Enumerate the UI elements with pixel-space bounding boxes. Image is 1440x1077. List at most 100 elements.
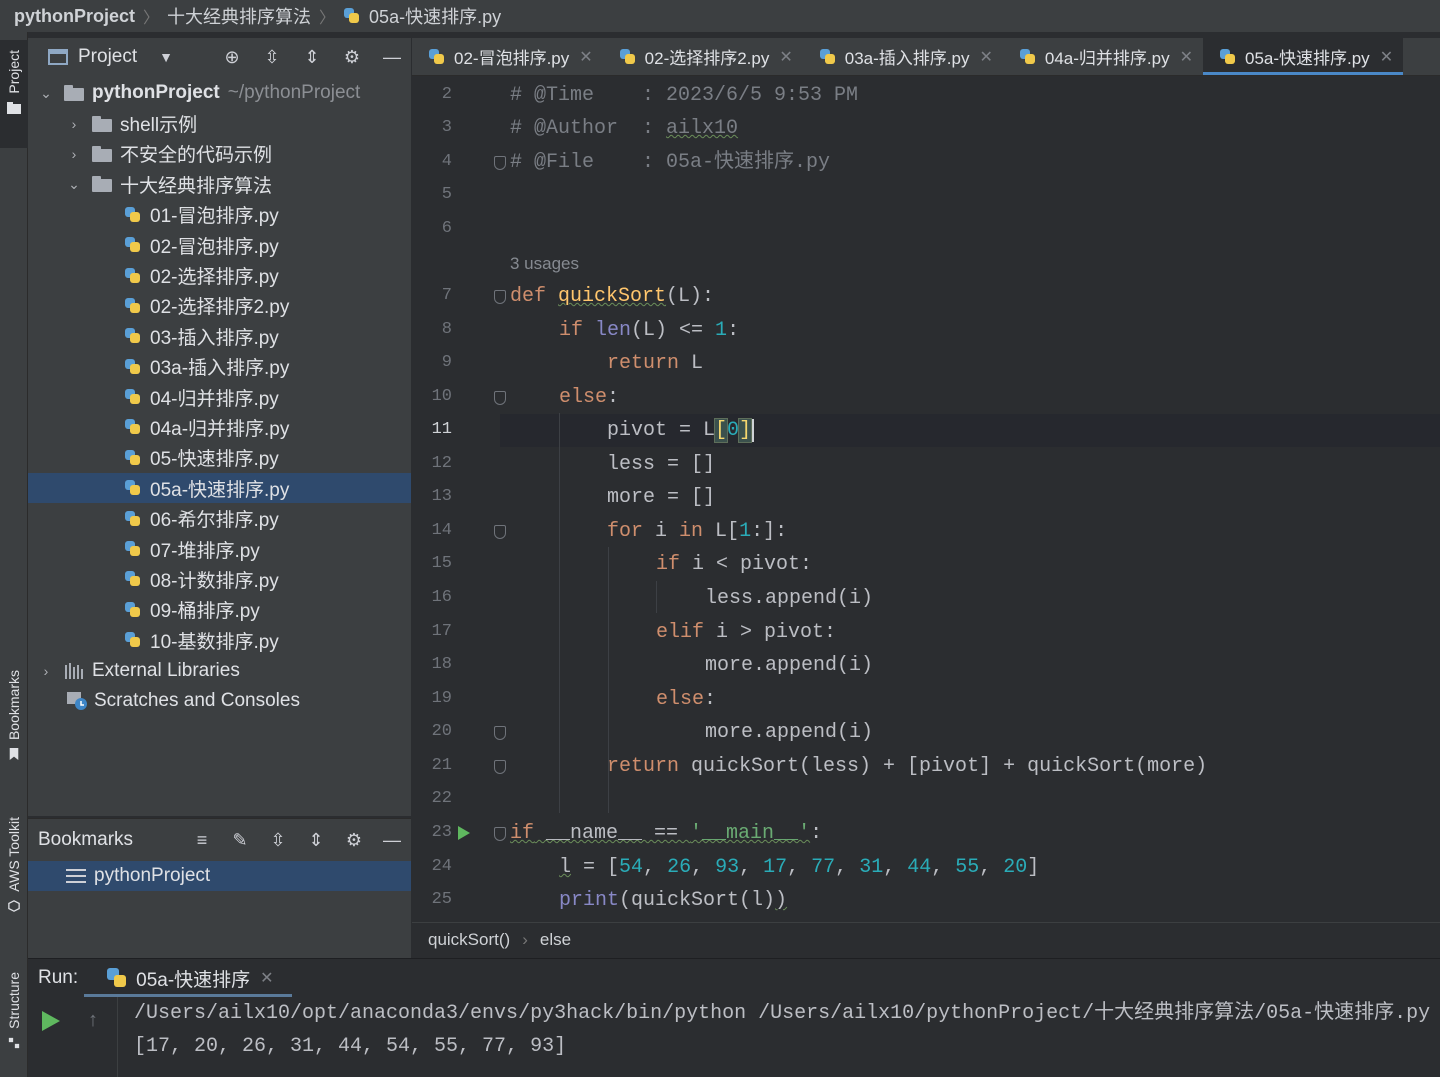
bookmarks-tool-tab[interactable]: Bookmarks: [0, 662, 28, 792]
tree-root-pythonproject[interactable]: ⌄ pythonProject ~/pythonProject: [28, 78, 411, 108]
code-editor[interactable]: 2 3 4 5 6 7 8 9 10 11 12 13 14 15 16 17 18 19 20 21 22 23 24 25…: [412, 76, 1440, 922]
tree-file-item[interactable]: 02-选择排序.py: [28, 260, 411, 290]
tree-folder[interactable]: › shell示例: [28, 108, 411, 138]
breadcrumb-project[interactable]: pythonProject: [14, 6, 135, 27]
code-line-19: else:: [656, 688, 717, 711]
gear-icon[interactable]: ⚙: [343, 47, 361, 67]
line-number: 7: [441, 286, 452, 305]
breadcrumb-folder[interactable]: 十大经典排序算法: [167, 3, 311, 29]
fold-end-icon[interactable]: [494, 726, 506, 740]
tree-scratches[interactable]: Scratches and Consoles: [28, 686, 411, 716]
close-icon[interactable]: ✕: [579, 47, 592, 67]
code-line-13: more = []: [607, 486, 716, 509]
editor-breadcrumb-function[interactable]: quickSort(): [428, 930, 510, 950]
tree-file-item[interactable]: 07-堆排序.py: [28, 534, 411, 564]
editor-tab[interactable]: 04a-归并排序.py ✕: [1003, 38, 1203, 75]
tree-file-label: 02-选择排序2.py: [150, 297, 290, 319]
project-panel-header: Project ▼ ⊕ ⇳ ⇕ ⚙ —: [28, 38, 411, 76]
fold-start-icon[interactable]: [494, 827, 506, 841]
chevron-down-icon[interactable]: ⌄: [38, 85, 54, 101]
line-number: 20: [431, 722, 452, 741]
editor-tab-active[interactable]: 05a-快速排序.py ✕: [1202, 38, 1404, 75]
line-number: 6: [441, 219, 452, 238]
project-tool-tab[interactable]: Project: [0, 40, 28, 148]
line-number: 19: [431, 689, 452, 708]
tree-file-item[interactable]: 04-归并排序.py: [28, 382, 411, 412]
gear-icon[interactable]: ⚙: [345, 830, 363, 850]
tree-file-label: 06-希尔排序.py: [150, 510, 279, 532]
fold-start-icon[interactable]: [494, 391, 506, 405]
add-list-icon[interactable]: ≡: [193, 830, 211, 850]
project-tree: ⌄ pythonProject ~/pythonProject › shell示…: [28, 78, 411, 716]
chevron-down-icon[interactable]: ▼: [159, 49, 173, 65]
fold-start-icon[interactable]: [494, 525, 506, 539]
close-icon[interactable]: ✕: [979, 47, 992, 67]
line-number: 15: [431, 554, 452, 573]
collapse-all-icon[interactable]: ⇕: [307, 830, 325, 850]
close-icon[interactable]: ✕: [1380, 47, 1393, 67]
tree-file-item[interactable]: 08-计数排序.py: [28, 564, 411, 594]
folder-icon: [92, 145, 112, 162]
structure-tool-tab[interactable]: Structure: [0, 972, 28, 1077]
python-file-icon: [124, 358, 142, 376]
fold-end-icon[interactable]: [494, 760, 506, 774]
run-gutter-icon[interactable]: [458, 826, 470, 840]
run-config-tab[interactable]: 05a-快速排序 ✕: [84, 959, 293, 997]
chevron-right-icon[interactable]: ›: [38, 663, 54, 679]
close-icon[interactable]: ✕: [260, 968, 273, 988]
tree-file-item[interactable]: 02-冒泡排序.py: [28, 230, 411, 260]
tree-folder[interactable]: ⌄ 十大经典排序算法: [28, 169, 411, 199]
edit-icon[interactable]: ✎: [231, 830, 249, 850]
tree-file-item[interactable]: 10-基数排序.py: [28, 625, 411, 655]
console-output[interactable]: /Users/ailx10/opt/anaconda3/envs/py3hack…: [134, 997, 1440, 1063]
line-number: 13: [431, 487, 452, 506]
fold-end-icon[interactable]: [494, 156, 506, 170]
tree-file-item[interactable]: 06-希尔排序.py: [28, 503, 411, 533]
tree-label: External Libraries: [92, 659, 240, 681]
tree-file-item[interactable]: 01-冒泡排序.py: [28, 200, 411, 230]
folder-icon: [92, 176, 112, 193]
line-number: 12: [431, 454, 452, 473]
tree-file-item[interactable]: 02-选择排序2.py: [28, 291, 411, 321]
close-icon[interactable]: ✕: [779, 47, 792, 67]
tree-file-item[interactable]: 09-桶排序.py: [28, 595, 411, 625]
bookmark-list-item[interactable]: pythonProject: [28, 861, 411, 891]
line-number: 11: [431, 420, 452, 439]
close-icon[interactable]: ✕: [1180, 47, 1193, 67]
collapse-all-icon[interactable]: ⇕: [303, 47, 321, 67]
editor-tab[interactable]: 02-冒泡排序.py ✕: [412, 38, 603, 75]
expand-all-icon[interactable]: ⇳: [269, 830, 287, 850]
tree-file-item[interactable]: 04a-归并排序.py: [28, 412, 411, 442]
run-label: Run:: [38, 967, 79, 988]
expand-all-icon[interactable]: ⇳: [263, 47, 281, 67]
fold-start-icon[interactable]: [494, 290, 506, 304]
tree-file-item[interactable]: 05-快速排序.py: [28, 443, 411, 473]
minimize-icon[interactable]: —: [383, 47, 401, 67]
code-line-24: l = [54, 26, 93, 17, 77, 31, 44, 55, 20]: [559, 856, 1040, 879]
arrow-up-icon[interactable]: ↑: [84, 1009, 102, 1031]
chevron-right-icon[interactable]: ›: [66, 146, 82, 162]
tree-file-label: 04a-归并排序.py: [150, 418, 290, 440]
editor-tab[interactable]: 03a-插入排序.py ✕: [803, 38, 1003, 75]
editor-tab[interactable]: 02-选择排序2.py ✕: [603, 38, 803, 75]
editor-breadcrumb-block[interactable]: else: [540, 930, 571, 950]
rerun-icon[interactable]: [42, 1011, 60, 1031]
tree-file-label: 05-快速排序.py: [150, 449, 279, 471]
tree-external-libraries[interactable]: › External Libraries: [28, 655, 411, 685]
tree-file-item[interactable]: 03a-插入排序.py: [28, 352, 411, 382]
breadcrumb-file[interactable]: 05a-快速排序.py: [343, 3, 501, 29]
usages-hint[interactable]: 3 usages: [510, 254, 579, 274]
chevron-right-icon[interactable]: ›: [66, 116, 82, 132]
chevron-down-icon[interactable]: ⌄: [66, 176, 82, 192]
tree-folder[interactable]: › 不安全的代码示例: [28, 139, 411, 169]
aws-toolkit-tool-tab[interactable]: AWS Toolkit: [0, 817, 28, 947]
line-number: 3: [441, 118, 452, 137]
locate-icon[interactable]: ⊕: [223, 47, 241, 67]
project-tool-label: Project: [6, 50, 22, 94]
editor-breadcrumb: quickSort() › else: [412, 922, 1440, 956]
tree-file-item[interactable]: 03-插入排序.py: [28, 321, 411, 351]
python-file-icon: [124, 601, 142, 619]
project-panel-title[interactable]: Project: [78, 46, 137, 68]
tree-file-item[interactable]: 05a-快速排序.py: [28, 473, 411, 504]
minimize-icon[interactable]: —: [383, 830, 401, 850]
